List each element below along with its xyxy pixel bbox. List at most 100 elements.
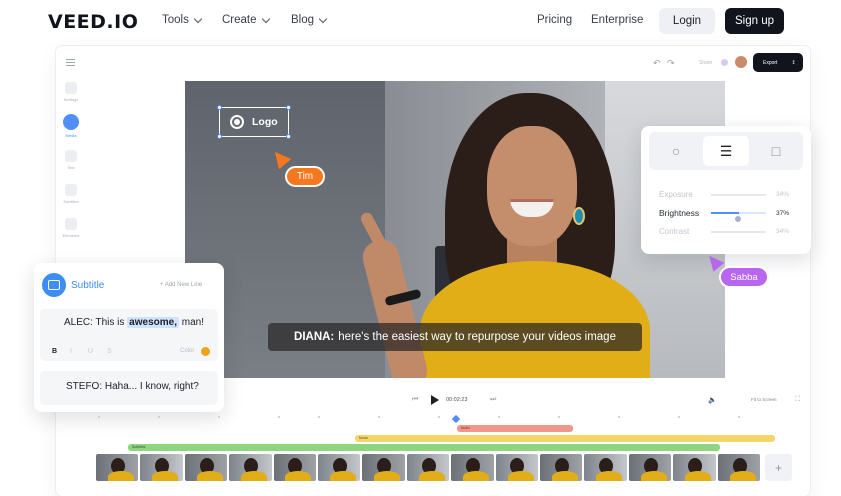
- logo-overlay[interactable]: Logo: [217, 105, 291, 139]
- timeline-track-music[interactable]: Music: [355, 435, 775, 442]
- video-track[interactable]: [96, 454, 761, 481]
- video-thumbnail: [584, 454, 627, 481]
- color-swatch[interactable]: [201, 347, 210, 356]
- menu-icon[interactable]: [66, 59, 75, 66]
- fit-to-screen-select[interactable]: Fit to Screen: [751, 397, 777, 402]
- strikethrough-button[interactable]: S: [107, 348, 112, 355]
- tab-crop[interactable]: □: [753, 136, 799, 166]
- logo-ring-icon: [230, 115, 244, 129]
- timeline-ruler[interactable]: [60, 414, 800, 420]
- nav-create-label: Create: [222, 14, 257, 26]
- subtitle-line-text[interactable]: STEFO: Haha... I know, right?: [66, 381, 199, 392]
- ruler-tick: [278, 416, 280, 418]
- person-face: [487, 126, 577, 246]
- export-label: Export: [763, 59, 778, 66]
- ruler-tick: [218, 416, 220, 418]
- adjust-tabs: ○ ☰ □: [649, 132, 803, 170]
- adjust-row-exposure[interactable]: Exposure 34%: [659, 190, 799, 199]
- caption-speaker: DIANA:: [294, 331, 335, 343]
- text-icon: [65, 150, 77, 162]
- fullscreen-icon[interactable]: ⛶: [795, 396, 800, 404]
- nav-create[interactable]: Create: [222, 14, 270, 26]
- chevron-down-icon: [318, 14, 328, 23]
- sidebar-label: Subtitles: [63, 199, 79, 204]
- bold-button[interactable]: B: [52, 348, 57, 355]
- sliders-icon: ☰: [719, 142, 733, 159]
- sidebar-item-text[interactable]: Text: [60, 150, 82, 170]
- redo-icon[interactable]: ↷: [667, 58, 675, 69]
- nav-pricing[interactable]: Pricing: [537, 14, 572, 26]
- tab-filters[interactable]: ○: [653, 136, 699, 166]
- chevron-down-icon: [193, 14, 203, 23]
- avatar[interactable]: [735, 56, 747, 68]
- sidebar-label: Settings: [63, 97, 79, 102]
- video-thumbnail: [495, 454, 539, 481]
- skip-back-icon[interactable]: ⏮: [412, 396, 418, 404]
- caption-text: here's the easiest way to repurpose your…: [338, 331, 616, 343]
- signup-button[interactable]: Sign up: [725, 8, 784, 34]
- export-button[interactable]: Export ↥: [753, 53, 803, 72]
- slider-fill: [711, 212, 739, 214]
- resize-handle[interactable]: [286, 105, 291, 110]
- resize-handle[interactable]: [286, 134, 291, 139]
- italic-button[interactable]: I: [70, 348, 72, 355]
- ruler-tick: [558, 416, 560, 418]
- play-icon[interactable]: [431, 395, 439, 405]
- brand-logo[interactable]: VEED.IO: [48, 11, 138, 33]
- adjust-value: 34%: [776, 191, 790, 198]
- video-thumbnail: [318, 454, 361, 481]
- brightness-slider[interactable]: [711, 212, 766, 222]
- ruler-tick: [438, 416, 440, 418]
- adjust-row-contrast[interactable]: Contrast 34%: [659, 227, 799, 236]
- ruler-tick: [738, 416, 740, 418]
- media-icon: [63, 114, 79, 130]
- resize-handle[interactable]: [217, 105, 222, 110]
- ruler-tick: [618, 416, 620, 418]
- top-nav: VEED.IO Tools Create Blog Pricing Enterp…: [0, 0, 841, 42]
- sidebar-item-media[interactable]: Media: [60, 114, 82, 138]
- skip-forward-icon[interactable]: ⏭: [490, 396, 496, 404]
- timeline-track-subtitles[interactable]: Subtitles: [128, 444, 720, 451]
- subtitles-icon: [65, 184, 77, 196]
- sidebar-label: Elements: [62, 233, 80, 238]
- volume-icon[interactable]: 🔈: [708, 396, 717, 404]
- subtitle-line-text[interactable]: ALEC: This is awesome, man!: [64, 317, 204, 328]
- sidebar-item-settings[interactable]: Settings: [60, 82, 82, 102]
- nav-enterprise[interactable]: Enterprise: [591, 14, 643, 26]
- share-label[interactable]: Share: [699, 60, 712, 66]
- subtitle-text-post: man!: [178, 317, 204, 328]
- tab-adjust[interactable]: ☰: [703, 136, 749, 166]
- video-thumbnail: [96, 454, 139, 481]
- ruler-tick: [378, 416, 380, 418]
- adjust-row-brightness[interactable]: Brightness 37%: [659, 208, 799, 222]
- sidebar-label: Media: [65, 133, 77, 138]
- ruler-tick: [158, 416, 160, 418]
- subtitle-text-pre: ALEC: This is: [64, 317, 128, 328]
- adjust-value: 37%: [776, 209, 790, 217]
- contrast-slider[interactable]: [711, 230, 766, 233]
- exposure-slider[interactable]: [711, 193, 766, 196]
- nav-tools[interactable]: Tools: [162, 14, 203, 26]
- underline-button[interactable]: U: [88, 348, 93, 355]
- video-caption[interactable]: DIANA: here's the easiest way to repurpo…: [268, 323, 642, 351]
- color-label: Color: [180, 348, 195, 354]
- sidebar-item-subtitles[interactable]: Subtitles: [60, 184, 82, 204]
- sidebar-item-elements[interactable]: Elements: [60, 218, 82, 238]
- resize-handle[interactable]: [217, 134, 222, 139]
- adjust-label: Brightness: [659, 208, 700, 218]
- subtitle-panel-title: Subtitle: [71, 280, 105, 291]
- adjust-label: Exposure: [659, 190, 693, 199]
- collaborator-tag-sabba: Sabba: [719, 266, 769, 288]
- adjust-label: Contrast: [659, 227, 690, 236]
- collaborator-tag-tim: Tim: [285, 166, 325, 187]
- timeline-track-audio[interactable]: Audio: [457, 425, 573, 432]
- nav-blog[interactable]: Blog: [291, 14, 328, 26]
- slider-thumb[interactable]: [735, 216, 741, 222]
- video-thumbnail: [451, 454, 494, 481]
- add-new-line-button[interactable]: + Add New Line: [160, 282, 202, 288]
- video-thumbnail: [273, 454, 317, 481]
- login-button[interactable]: Login: [659, 8, 715, 34]
- undo-icon[interactable]: ↶: [653, 58, 661, 69]
- add-clip-button[interactable]: +: [765, 454, 792, 481]
- video-thumbnail: [673, 454, 716, 481]
